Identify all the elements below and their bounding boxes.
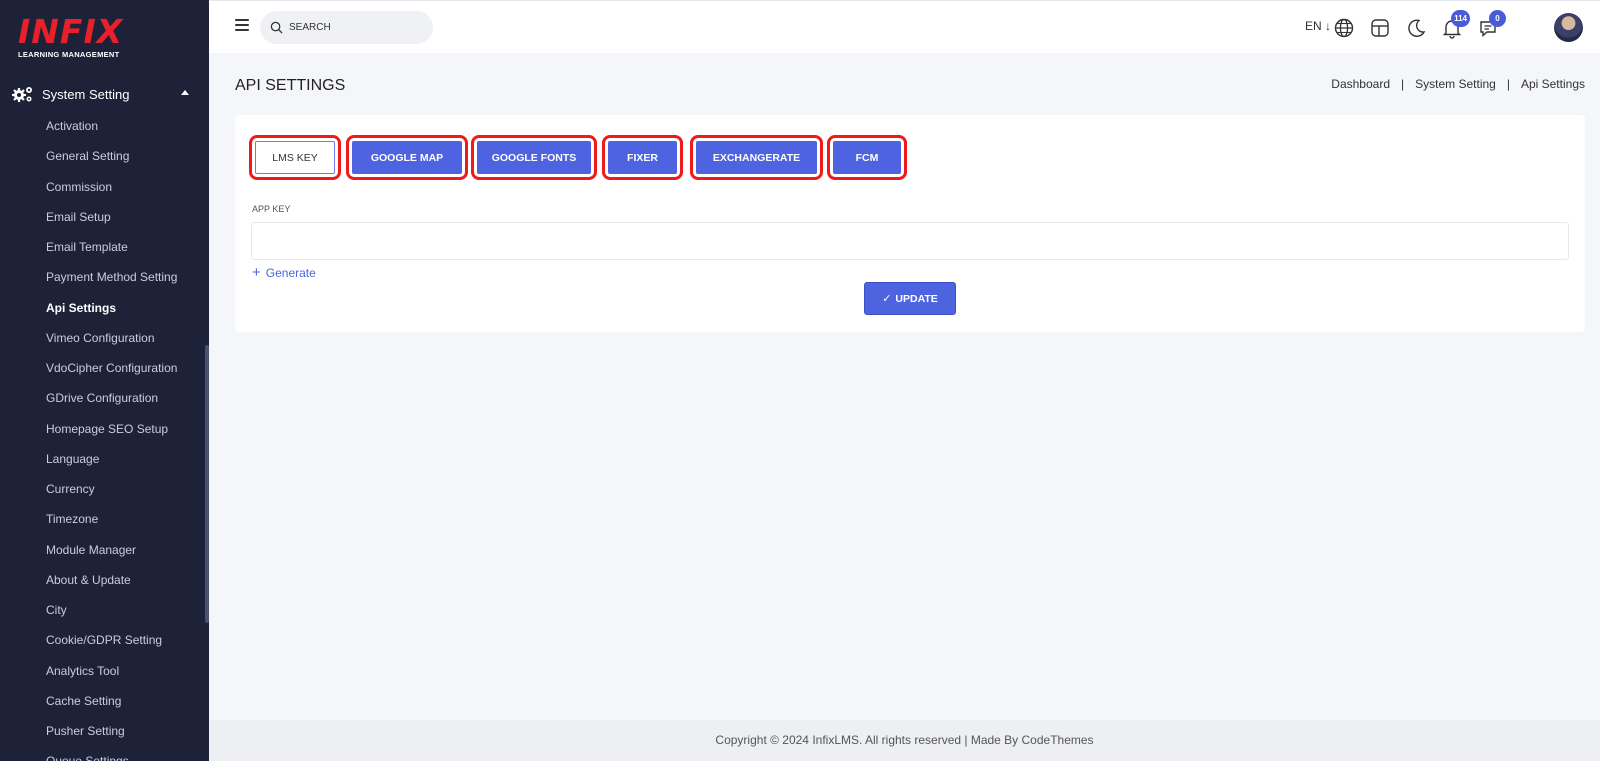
search-icon bbox=[270, 21, 283, 34]
topbar: EN ↓ 114 0 bbox=[209, 0, 1600, 53]
breadcrumb-dashboard[interactable]: Dashboard bbox=[1331, 77, 1390, 91]
generate-label: Generate bbox=[265, 266, 316, 280]
sidebar-item-module-manager[interactable]: Module Manager bbox=[0, 535, 205, 565]
update-label: UPDATE bbox=[895, 292, 938, 305]
arrow-down-icon: ↓ bbox=[1325, 19, 1332, 33]
notifications-button[interactable]: 114 bbox=[1441, 10, 1470, 39]
app-key-label: APP KEY bbox=[252, 204, 291, 214]
breadcrumb-separator: | bbox=[1506, 77, 1510, 91]
menu-icon[interactable] bbox=[235, 19, 249, 31]
gears-icon bbox=[12, 87, 32, 102]
sidebar-item-cache-setting[interactable]: Cache Setting bbox=[0, 686, 205, 716]
avatar[interactable] bbox=[1554, 13, 1583, 42]
plus-icon: + bbox=[252, 264, 261, 281]
sidebar-item-commission[interactable]: Commission bbox=[0, 172, 205, 202]
sidebar-item-activation[interactable]: Activation bbox=[0, 111, 205, 141]
sidebar-item-analytics-tool[interactable]: Analytics Tool bbox=[0, 656, 205, 686]
search-box[interactable] bbox=[260, 11, 433, 44]
language-selector[interactable]: EN ↓ bbox=[1305, 19, 1331, 33]
sidebar-item-general-setting[interactable]: General Setting bbox=[0, 141, 205, 171]
tab-exchangerate[interactable]: EXCHANGERATE bbox=[690, 135, 823, 180]
update-button[interactable]: ✓ UPDATE bbox=[864, 282, 956, 315]
sidebar-item-timezone[interactable]: Timezone bbox=[0, 504, 205, 534]
notifications-badge: 114 bbox=[1451, 10, 1470, 27]
sidebar-item-queue-settings[interactable]: Queue Settings bbox=[0, 746, 205, 761]
generate-button[interactable]: + Generate bbox=[252, 264, 316, 281]
sidebar-item-about-update[interactable]: About & Update bbox=[0, 565, 205, 595]
breadcrumb-system-setting[interactable]: System Setting bbox=[1415, 77, 1496, 91]
logo[interactable]: INFIX LEARNING MANAGEMENT bbox=[18, 14, 138, 64]
sidebar-item-homepage-seo-setup[interactable]: Homepage SEO Setup bbox=[0, 414, 205, 444]
layout-icon[interactable] bbox=[1369, 17, 1391, 39]
caret-up-icon bbox=[181, 90, 189, 95]
sidebar-item-email-template[interactable]: Email Template bbox=[0, 232, 205, 262]
tab-google-fonts[interactable]: GOOGLE FONTS bbox=[471, 135, 597, 180]
sidebar-section-label: System Setting bbox=[42, 86, 130, 102]
breadcrumb-api-settings[interactable]: Api Settings bbox=[1521, 77, 1585, 91]
globe-icon[interactable] bbox=[1333, 17, 1355, 39]
sidebar-item-vdocipher-configuration[interactable]: VdoCipher Configuration bbox=[0, 353, 205, 383]
sidebar: INFIX LEARNING MANAGEMENT System Setting… bbox=[0, 0, 209, 761]
tab-google-map[interactable]: GOOGLE MAP bbox=[346, 135, 468, 180]
messages-badge: 0 bbox=[1489, 10, 1506, 27]
moon-icon[interactable] bbox=[1405, 17, 1427, 39]
sidebar-item-currency[interactable]: Currency bbox=[0, 474, 205, 504]
tab-fixer[interactable]: FIXER bbox=[602, 135, 683, 180]
tab-fcm[interactable]: FCM bbox=[827, 135, 907, 180]
sidebar-item-city[interactable]: City bbox=[0, 595, 205, 625]
app-key-input[interactable] bbox=[251, 222, 1569, 260]
sidebar-item-cookie-gdpr-setting[interactable]: Cookie/GDPR Setting bbox=[0, 625, 205, 655]
api-settings-card: LMS KEY GOOGLE MAP GOOGLE FONTS FIXER EX… bbox=[235, 115, 1585, 332]
tab-lms-key[interactable]: LMS KEY bbox=[249, 135, 341, 180]
breadcrumb: Dashboard | System Setting | Api Setting… bbox=[1331, 77, 1585, 91]
breadcrumb-separator: | bbox=[1401, 77, 1405, 91]
logo-text: INFIX bbox=[18, 12, 124, 51]
sidebar-item-pusher-setting[interactable]: Pusher Setting bbox=[0, 716, 205, 746]
sidebar-item-vimeo-configuration[interactable]: Vimeo Configuration bbox=[0, 323, 205, 353]
page-title: API SETTINGS bbox=[235, 77, 346, 94]
sidebar-item-email-setup[interactable]: Email Setup bbox=[0, 202, 205, 232]
footer: Copyright © 2024 InfixLMS. All rights re… bbox=[209, 720, 1600, 761]
sidebar-section-system-setting[interactable]: System Setting bbox=[0, 82, 209, 106]
messages-button[interactable]: 0 bbox=[1477, 10, 1506, 39]
logo-subtitle: LEARNING MANAGEMENT bbox=[18, 50, 120, 59]
search-input[interactable] bbox=[289, 22, 409, 33]
sidebar-item-api-settings[interactable]: Api Settings bbox=[0, 293, 205, 323]
sidebar-item-gdrive-configuration[interactable]: GDrive Configuration bbox=[0, 383, 205, 413]
sidebar-item-payment-method-setting[interactable]: Payment Method Setting bbox=[0, 262, 205, 292]
sidebar-item-language[interactable]: Language bbox=[0, 444, 205, 474]
language-label: EN bbox=[1305, 19, 1322, 33]
copyright-text: Copyright © 2024 InfixLMS. All rights re… bbox=[715, 733, 1094, 747]
check-icon: ✓ bbox=[882, 293, 892, 305]
sidebar-scrollbar[interactable] bbox=[205, 345, 209, 623]
sidebar-menu: Activation General Setting Commission Email… bbox=[0, 111, 205, 761]
